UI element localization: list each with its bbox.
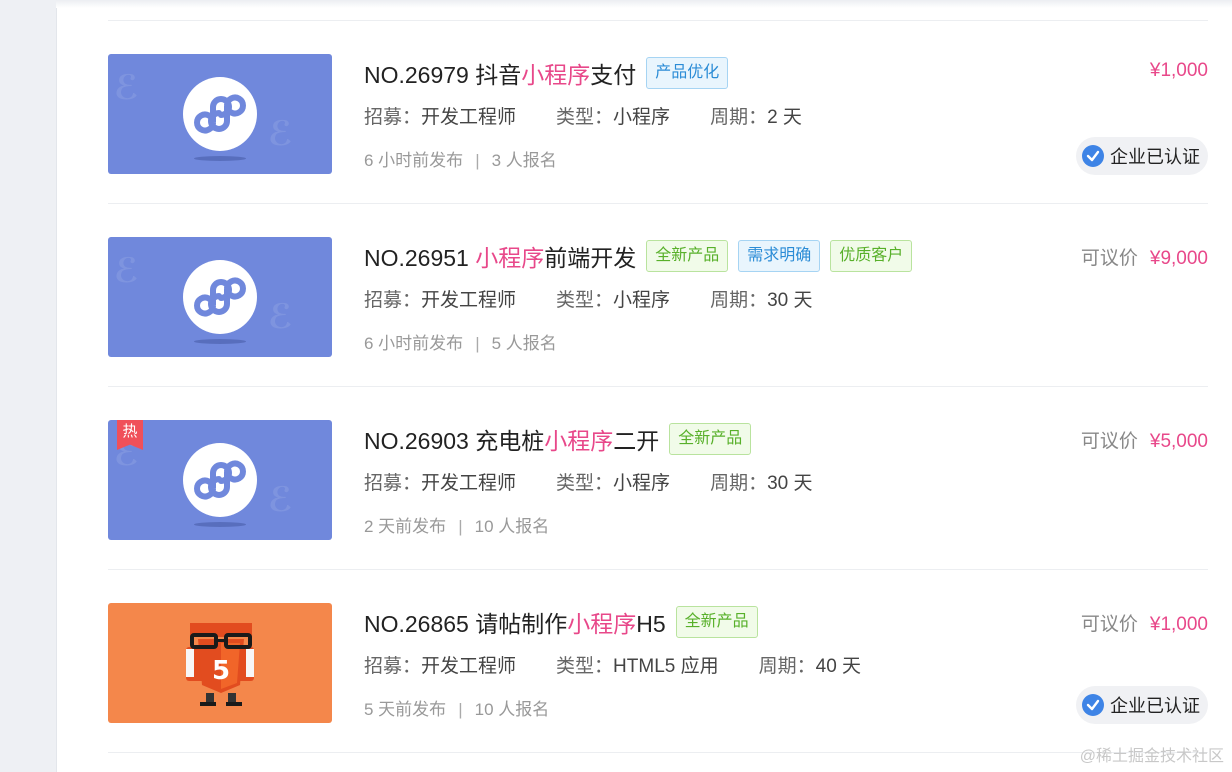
project-price: 可议价 ¥9,000 [1080,248,1208,269]
project-meta: 招募：开发工程师 类型：HTML5 应用 周期：40 天 [364,656,862,677]
negotiable-label: 可议价 [1080,614,1138,635]
signup-count: 10 人报名 [474,700,550,719]
divider [108,752,1208,753]
project-thumbnail[interactable]: 5 [108,603,332,723]
project-item[interactable]: ℰ ℰ NO.26979 抖音小程序支付 产品优化 招募：开发工程师 类型：小程… [108,21,1208,203]
negotiable-label: 可议价 [1080,431,1138,452]
html5-mascot-icon: 5 [186,623,254,706]
period-value: 40 天 [815,656,862,677]
mini-program-icon [183,260,257,334]
signup-count: 5 人报名 [491,334,557,353]
posted-time: 6 小时前发布 [364,151,464,170]
project-title[interactable]: NO.26979 抖音小程序支付 [364,56,636,90]
check-circle-icon [1082,694,1104,716]
signup-count: 3 人报名 [491,151,557,170]
type-value: 小程序 [613,107,671,128]
project-item[interactable]: ℰ ℰ NO.26951 小程序前端开发 全新产品 需求明确 优质客户 招募：开… [108,204,1208,386]
posted-time: 5 天前发布 [364,700,447,719]
project-list: ℰ ℰ NO.26979 抖音小程序支付 产品优化 招募：开发工程师 类型：小程… [108,20,1208,753]
type-value: HTML5 应用 [613,656,719,677]
project-title[interactable]: NO.26951 小程序前端开发 [364,239,636,273]
recruit-value: 开发工程师 [421,473,517,494]
project-price: 可议价 ¥1,000 [1080,614,1208,635]
recruit-value: 开发工程师 [421,656,517,677]
mini-program-icon [183,443,257,517]
project-meta: 招募：开发工程师 类型：小程序 周期：2 天 [364,107,802,128]
project-tag: 需求明确 [738,240,821,272]
enterprise-verified-badge: 企业已认证 [1076,137,1208,175]
posted-time: 6 小时前发布 [364,334,464,353]
project-tag: 全新产品 [646,240,729,272]
bg-pattern-glyph: ℰ [114,68,139,108]
icon-shadow [194,156,246,161]
period-value: 30 天 [767,290,813,311]
project-tag: 全新产品 [675,606,758,638]
project-item[interactable]: ℰ ℰ 热 NO.26903 充电桩小程序二开 全新产品 招募：开发工程师 类型… [108,387,1208,569]
posted-time: 2 天前发布 [364,517,447,536]
bg-pattern-glyph: ℰ [268,114,293,154]
project-meta: 招募：开发工程师 类型：小程序 周期：30 天 [364,290,813,311]
project-title[interactable]: NO.26865 请帖制作小程序H5 [364,605,666,639]
icon-shadow [194,339,246,344]
type-value: 小程序 [613,473,671,494]
project-stats: 2 天前发布 | 10 人报名 [364,517,550,536]
left-gutter [0,0,57,772]
type-value: 小程序 [613,290,671,311]
enterprise-verified-badge: 企业已认证 [1076,686,1208,724]
project-tag: 全新产品 [669,423,752,455]
top-shadow [56,0,1232,8]
negotiable-label: 可议价 [1080,248,1138,269]
recruit-value: 开发工程师 [421,290,517,311]
project-thumbnail[interactable]: ℰ ℰ 热 [108,420,332,540]
period-value: 30 天 [767,473,813,494]
check-circle-icon [1082,145,1104,167]
project-item[interactable]: 5 NO.26865 请帖制作小程序H5 全新产品 招募：开发工程师 类型：HT… [108,570,1208,752]
period-value: 2 天 [767,107,802,128]
bg-pattern-glyph: ℰ [268,297,293,337]
bg-pattern-glyph: ℰ [268,480,293,520]
project-stats: 6 小时前发布 | 5 人报名 [364,334,557,353]
svg-text:5: 5 [212,656,230,686]
project-title[interactable]: NO.26903 充电桩小程序二开 [364,422,659,456]
project-price: ¥1,000 [1149,60,1208,81]
mini-program-icon [183,77,257,151]
project-tag: 优质客户 [830,240,913,272]
watermark: @稀土掘金技术社区 [1079,748,1224,765]
project-thumbnail[interactable]: ℰ ℰ [108,237,332,357]
project-meta: 招募：开发工程师 类型：小程序 周期：30 天 [364,473,813,494]
icon-shadow [194,522,246,527]
project-thumbnail[interactable]: ℰ ℰ [108,54,332,174]
project-tag: 产品优化 [646,57,729,89]
bg-pattern-glyph: ℰ [114,251,139,291]
signup-count: 10 人报名 [474,517,550,536]
recruit-value: 开发工程师 [421,107,517,128]
project-price: 可议价 ¥5,000 [1080,431,1208,452]
